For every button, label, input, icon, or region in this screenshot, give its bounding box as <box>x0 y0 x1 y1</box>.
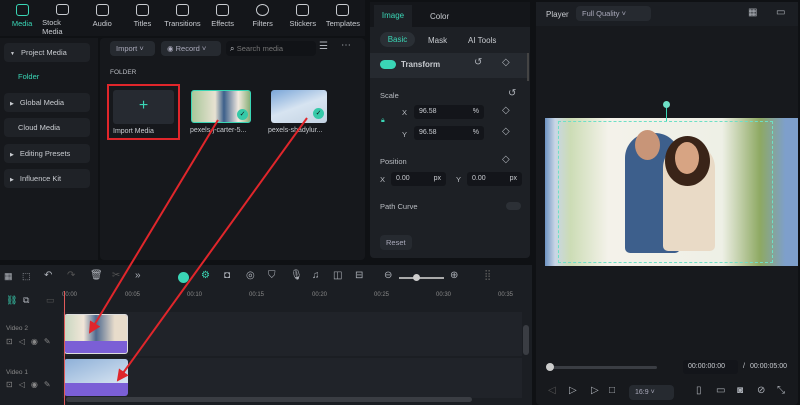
arrow <box>116 117 308 382</box>
annotation-arrows <box>88 117 308 382</box>
arrow <box>88 119 219 334</box>
